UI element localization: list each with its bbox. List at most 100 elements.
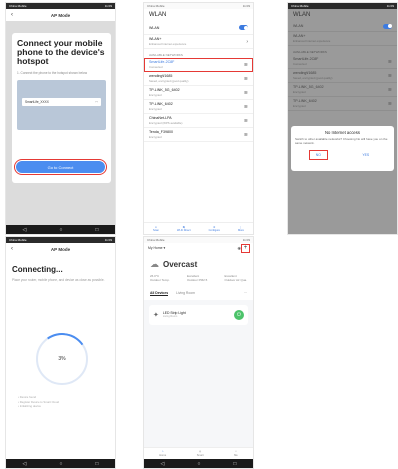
step-text: 1. Connect the phone to the hotspot show… — [17, 71, 87, 75]
tab-label: More — [237, 228, 244, 232]
phone-wlan-settings: China Mobile 11:09 WLAN WLAN WLAN+ Enhan… — [143, 2, 254, 235]
network-item[interactable]: Tenda_F39800 Encrypted ≋ — [144, 128, 253, 142]
device-card[interactable]: ✦ LED Strip Light Living Room ⏻ — [149, 304, 248, 325]
wlan-toggle[interactable] — [239, 25, 248, 30]
tab-wifi-direct[interactable]: ⇆ Wi-Fi Direct — [177, 226, 191, 232]
network-item[interactable]: wending\f1685 Saved, encrypted (good qual… — [144, 72, 253, 86]
android-nav-bar: ◁ ○ □ — [6, 225, 115, 234]
more-icon[interactable]: ··· — [244, 291, 247, 295]
title-bar: ‹ AP Mode — [6, 9, 115, 21]
back-nav-icon[interactable]: ◁ — [23, 227, 27, 233]
wlan-label: WLAN — [293, 24, 304, 28]
network-item[interactable]: TP-LINK_6402 Encrypted ≋ — [144, 100, 253, 114]
yes-button[interactable]: YES — [356, 151, 375, 159]
wifi-lock-icon: ≋ — [243, 103, 248, 110]
home-nav-icon[interactable]: ○ — [59, 461, 62, 467]
tab-all-devices[interactable]: All Devices — [150, 291, 169, 296]
wlan-toggle-row: WLAN — [288, 21, 397, 32]
page-title: WLAN — [149, 12, 167, 18]
wlan-plus-row[interactable]: WLAN+ Enhanced Internet experience › — [144, 35, 253, 49]
home-bottom-nav: ⌂ Home ◎ Smart ☺ Me — [144, 447, 253, 459]
nav-me[interactable]: ☺ Me — [234, 450, 238, 456]
wlan-plus-row: WLAN+ Enhanced Internet experience — [288, 32, 397, 46]
wifi-icon: ◠ — [95, 100, 98, 104]
network-name: TP-LINK_5G_6402 — [149, 88, 180, 92]
page-title: WLAN — [293, 12, 311, 18]
network-name: ChinaNet-LPA — [149, 116, 172, 120]
network-item: SmartLife-2C8F Connected ≋ — [288, 55, 397, 69]
network-sub: Saved, encrypted (good quality) — [149, 79, 189, 83]
section-header: AVAILABLE NETWORKS — [293, 50, 327, 54]
network-item[interactable]: ChinaNet-LPA Encrypted (WPS available) ≋ — [144, 114, 253, 128]
phone-connecting: China Mobile 11:09 ‹ AP Mode Connecting.… — [5, 236, 116, 469]
chevron-right-icon: › — [246, 38, 248, 45]
wifi-lock-icon: ≋ — [387, 100, 392, 107]
home-name: My Home — [148, 246, 163, 250]
no-button[interactable]: NO — [308, 149, 328, 160]
stat-item: Excellent Outdoor PM2.5 — [187, 274, 207, 283]
wlan-label: WLAN — [149, 25, 160, 30]
step-label: Initializing device — [19, 404, 41, 408]
network-sub: Connected — [293, 62, 307, 66]
network-name: wending\f1685 — [293, 71, 317, 75]
stat-label: Outdoor Temp. — [150, 277, 170, 282]
wlan-bottom-bar: ⊙ Scan ⇆ Wi-Fi Direct ⚙ Configure ⋮ More — [144, 222, 253, 234]
nav-label: Home — [159, 453, 167, 457]
dialog-message: Switch to other available networks? Choo… — [295, 137, 388, 145]
stat-label: Outdoor Air Qua. — [224, 277, 247, 282]
recent-nav-icon[interactable]: □ — [95, 227, 98, 233]
network-name: wending\f1685 — [149, 74, 173, 78]
network-name: TP-LINK_6402 — [293, 99, 317, 103]
progress-ring: 3% — [36, 333, 88, 385]
recent-nav-icon[interactable]: □ — [95, 461, 98, 467]
network-sub: Encrypted — [293, 90, 306, 94]
tab-configure[interactable]: ⚙ Configure — [209, 226, 220, 232]
android-nav-bar: ◁ ○ □ — [144, 459, 253, 468]
home-selector[interactable]: My Home ▾ — [148, 246, 165, 250]
power-icon[interactable]: ⏻ — [234, 309, 244, 320]
network-name: TP-LINK_5G_6402 — [293, 85, 324, 89]
add-device-button[interactable]: + — [241, 243, 250, 253]
back-icon[interactable]: ‹ — [11, 12, 13, 18]
device-room: Living Room — [162, 315, 178, 319]
network-name: SmartLife-2C8F — [149, 60, 175, 64]
page-title: AP Mode — [50, 246, 71, 252]
room-tabs: All Devices Living Room ··· — [144, 286, 253, 300]
tab-more[interactable]: ⋮ More — [238, 226, 244, 232]
light-strip-icon: ✦ — [153, 311, 159, 319]
go-to-connect-button[interactable]: Go to Connect — [14, 159, 107, 175]
network-item[interactable]: SmartLife-2C8F Connected ≋ — [144, 58, 253, 72]
network-sub: Encrypted — [293, 104, 306, 108]
back-nav-icon[interactable]: ◁ — [161, 461, 165, 467]
home-header: My Home ▾ ◉ + — [144, 243, 253, 253]
section-header: AVAILABLE NETWORKS — [149, 53, 183, 57]
weather-panel: ☁ Overcast 26.0°C Outdoor Temp. Excellent… — [144, 253, 253, 287]
network-name: TP-LINK_6402 — [149, 102, 173, 106]
network-sub: Connected — [149, 65, 163, 69]
wlan-plus-label: WLAN+ — [149, 37, 162, 41]
network-name: SmartLife-2C8F — [293, 57, 319, 61]
android-nav-bar: ◁ ○ □ — [6, 459, 115, 468]
nav-label: Smart — [196, 453, 204, 457]
network-sub: Saved, encrypted (good quality) — [293, 76, 333, 80]
connecting-headline: Connecting... — [12, 265, 63, 274]
network-item[interactable]: TP-LINK_5G_6402 Encrypted ≋ — [144, 86, 253, 100]
home-nav-icon[interactable]: ○ — [197, 461, 200, 467]
back-icon[interactable]: ‹ — [11, 246, 13, 252]
step-item: • Initializing device — [18, 404, 41, 408]
nav-home[interactable]: ⌂ Home — [159, 450, 166, 456]
back-nav-icon[interactable]: ◁ — [23, 461, 27, 467]
dialog-title: No Internet access — [325, 130, 360, 135]
recent-nav-icon[interactable]: □ — [233, 461, 236, 467]
wlan-toggle-row[interactable]: WLAN — [144, 21, 253, 35]
wifi-lock-icon: ≋ — [387, 72, 392, 79]
wlan-plus-sub: Enhanced Internet experience — [293, 39, 331, 43]
tab-living-room[interactable]: Living Room — [176, 291, 195, 295]
tab-scan[interactable]: ⊙ Scan — [153, 226, 159, 232]
dimmed-wlan-list: WLAN WLAN WLAN+ Enhanced Internet experie… — [288, 9, 397, 234]
nav-smart[interactable]: ◎ Smart — [197, 450, 204, 456]
wifi-illustration: SmartLife_XXXX ◠ — [17, 80, 106, 130]
wifi-lock-icon: ≋ — [243, 131, 248, 138]
mic-icon[interactable]: ◉ — [238, 245, 242, 250]
home-nav-icon[interactable]: ○ — [59, 227, 62, 233]
